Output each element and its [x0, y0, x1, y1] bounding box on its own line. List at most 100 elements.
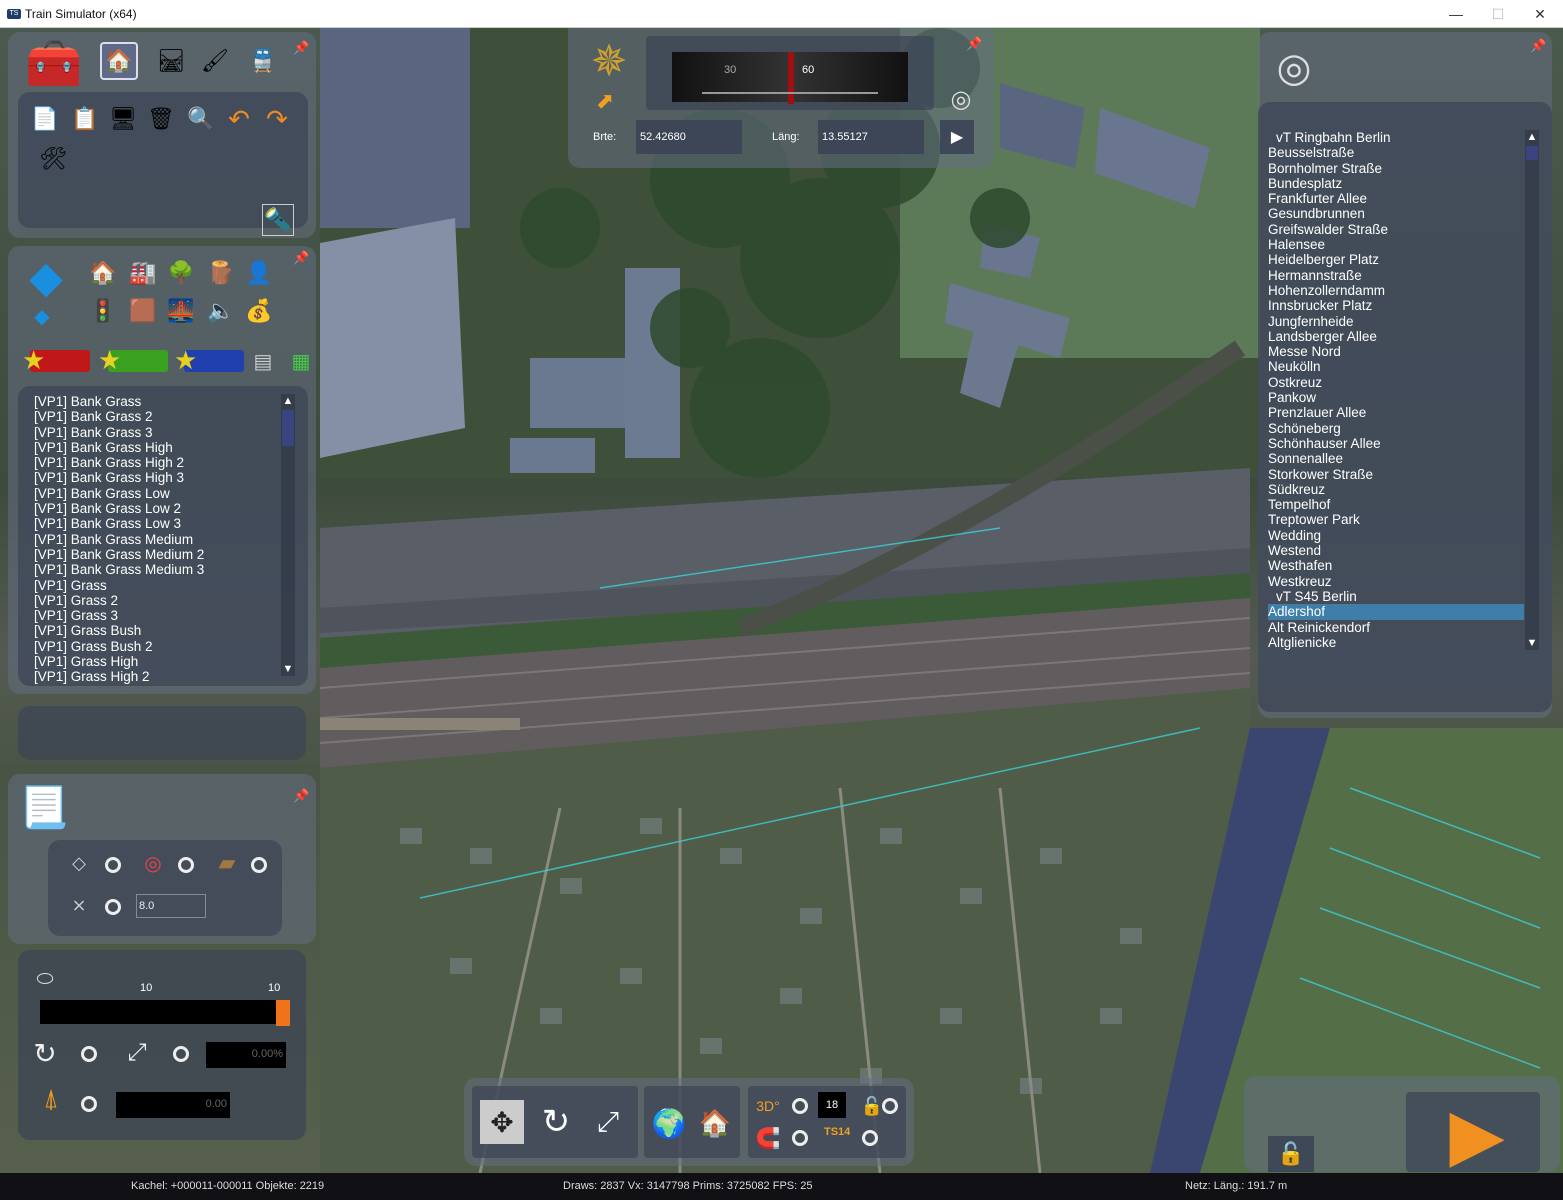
trash-icon[interactable]: 🗑	[146, 104, 176, 134]
list-item[interactable]: Westhafen	[1268, 558, 1524, 573]
small-cube-icon[interactable]: ◆	[30, 304, 54, 328]
list-item[interactable]: Treptower Park	[1268, 512, 1524, 527]
list-item[interactable]: Ostkreuz	[1268, 375, 1524, 390]
pin-icon[interactable]: 📌	[293, 788, 309, 804]
brush-size-slider[interactable]	[40, 1000, 290, 1026]
speaker-icon[interactable]: 🔈	[206, 296, 236, 326]
list-item[interactable]: Pankow	[1268, 390, 1524, 405]
scroll-up-icon[interactable]: ▲	[1525, 130, 1539, 144]
list-item[interactable]: Messe Nord	[1268, 344, 1524, 359]
list-item[interactable]: Halensee	[1268, 237, 1524, 252]
signal-icon[interactable]: 🚦	[88, 296, 118, 326]
brush-tip-icon[interactable]: 🔦	[262, 204, 294, 236]
list-item[interactable]: Tempelhof	[1268, 497, 1524, 512]
pickup-icon[interactable]: 🔍	[186, 104, 216, 134]
list-view-icon[interactable]: ▤	[248, 346, 278, 376]
list-item[interactable]: Westend	[1268, 543, 1524, 558]
list-item[interactable]: Storkower Straße	[1268, 467, 1524, 482]
pin-icon[interactable]: 📌	[293, 40, 309, 56]
auto-height-radio[interactable]	[81, 1096, 97, 1112]
list-item[interactable]: [VP1] Bank Grass 3	[34, 425, 274, 440]
zoom-field[interactable]: 18	[818, 1092, 846, 1118]
train-icon[interactable]: 🚆	[248, 46, 278, 76]
home-icon[interactable]: 🏠	[100, 42, 138, 80]
list-item[interactable]: [VP1] Grass 2	[34, 593, 274, 608]
flatten-icon[interactable]: 🛠	[38, 144, 68, 174]
height-field[interactable]: 8.0	[136, 894, 206, 918]
list-item[interactable]: [VP1] Grass Bush 2	[34, 639, 274, 654]
play-button[interactable]: ▶	[1442, 1095, 1512, 1173]
list-item[interactable]: [VP1] Bank Grass Low	[34, 486, 274, 501]
tree-icon[interactable]: 🌳	[166, 258, 196, 288]
grid-view-icon[interactable]: ▦	[286, 346, 316, 376]
rotate-icon[interactable]: ↻	[534, 1100, 578, 1144]
list-item[interactable]: [VP1] Bank Grass Low 2	[34, 501, 274, 516]
person-icon[interactable]: 👤	[244, 258, 274, 288]
latitude-field[interactable]: 52.42680	[636, 120, 742, 154]
list-item[interactable]: Frankfurter Allee	[1268, 191, 1524, 206]
list-item[interactable]: [VP1] Bank Grass Medium 2	[34, 547, 274, 562]
magnet-radio[interactable]	[792, 1130, 808, 1146]
list-item[interactable]: Wedding	[1268, 528, 1524, 543]
auto-rotate-radio[interactable]	[81, 1046, 97, 1062]
marker-list-scrollbar[interactable]: ▲ ▼	[1525, 130, 1539, 650]
undo-icon[interactable]: ↶	[224, 104, 254, 134]
scroll-thumb[interactable]	[282, 410, 294, 446]
planks-icon[interactable]: 🟫	[128, 296, 158, 326]
height-offset-field[interactable]: 0.00	[116, 1092, 230, 1118]
plank-radio[interactable]	[251, 857, 267, 873]
sack-icon[interactable]: 💰	[244, 296, 274, 326]
list-item[interactable]: Heidelberger Platz	[1268, 252, 1524, 267]
house-icon[interactable]: 🏠	[88, 258, 118, 288]
list-item[interactable]: Bornholmer Straße	[1268, 161, 1524, 176]
slider-handle[interactable]	[276, 1000, 290, 1026]
document-icon[interactable]: 📃	[19, 780, 69, 834]
compass-rose-icon[interactable]: ✵	[582, 34, 636, 88]
list-item[interactable]: [VP1] Bank Grass Low 3	[34, 516, 274, 531]
factory-icon[interactable]: 🏭	[128, 258, 158, 288]
list-item[interactable]: Hohenzollerndamm	[1268, 283, 1524, 298]
list-item[interactable]: Innsbrucker Platz	[1268, 298, 1524, 313]
globe-icon[interactable]: 🌍	[650, 1104, 688, 1142]
scroll-down-icon[interactable]: ▼	[281, 662, 295, 676]
list-item[interactable]: [VP1] Bank Grass Medium	[34, 532, 274, 547]
list-item[interactable]: [VP1] Grass	[34, 578, 274, 593]
object-list-scrollbar[interactable]: ▲ ▼	[281, 394, 295, 676]
monitor-icon[interactable]: 🖥	[108, 104, 138, 134]
rotation-field[interactable]: 0.00%	[206, 1042, 286, 1068]
copy-icon[interactable]: 📄	[30, 104, 60, 134]
toggle-icon[interactable]: ⬭	[30, 964, 60, 994]
scroll-thumb[interactable]	[1526, 146, 1538, 160]
list-item[interactable]: Greifswalder Straße	[1268, 222, 1524, 237]
list-item[interactable]: [VP1] Grass High	[34, 654, 274, 669]
goto-coordinates-button[interactable]: ▶	[940, 120, 974, 154]
unlock-icon[interactable]: 🔓	[1268, 1136, 1314, 1172]
3d-radio[interactable]	[792, 1098, 808, 1114]
world-viewport[interactable]: 🧰 🏠 🛤 🖌 🚆 📌 📄 📋 🖥 🗑 🔍 ↶ ↷ 🛠 🔦 ◆ ◆ 🏠 🏭 🌳 …	[0, 28, 1563, 1173]
longitude-field[interactable]: 13.55127	[818, 120, 924, 154]
list-item[interactable]: [VP1] Bank Grass	[34, 394, 274, 409]
reset-view-icon[interactable]: ◎	[946, 84, 976, 114]
marker-target-icon[interactable]: ◎	[1268, 42, 1320, 94]
list-item[interactable]: Altglienicke	[1268, 635, 1524, 650]
scale-icon[interactable]: ⤢	[586, 1100, 630, 1144]
list-item[interactable]: Alt Reinickendorf	[1268, 620, 1524, 635]
list-item[interactable]: [VP1] Bank Grass High	[34, 440, 274, 455]
list-item[interactable]: Jungfernheide	[1268, 314, 1524, 329]
list-group-header[interactable]: vT Ringbahn Berlin	[1268, 130, 1524, 145]
list-item[interactable]: Neukölln	[1268, 359, 1524, 374]
move-icon[interactable]: ✥	[480, 1100, 524, 1144]
scroll-up-icon[interactable]: ▲	[281, 394, 295, 408]
target-radio[interactable]	[178, 857, 194, 873]
rail-icon[interactable]: 🪵	[206, 258, 236, 288]
cube-icon[interactable]: ◆	[18, 250, 74, 304]
paste-icon[interactable]: 📋	[70, 104, 100, 134]
list-item[interactable]: [VP1] Bank Grass Medium 3	[34, 562, 274, 577]
list-item[interactable]: [VP1] Bank Grass High 2	[34, 455, 274, 470]
minimize-button[interactable]: —	[1433, 0, 1479, 28]
close-button[interactable]: ✕	[1517, 0, 1563, 28]
list-item[interactable]: Schöneberg	[1268, 421, 1524, 436]
list-item[interactable]: Schönhauser Allee	[1268, 436, 1524, 451]
maximize-button[interactable]: ☐	[1475, 0, 1521, 28]
list-item[interactable]: [VP1] Bank Grass High 3	[34, 470, 274, 485]
